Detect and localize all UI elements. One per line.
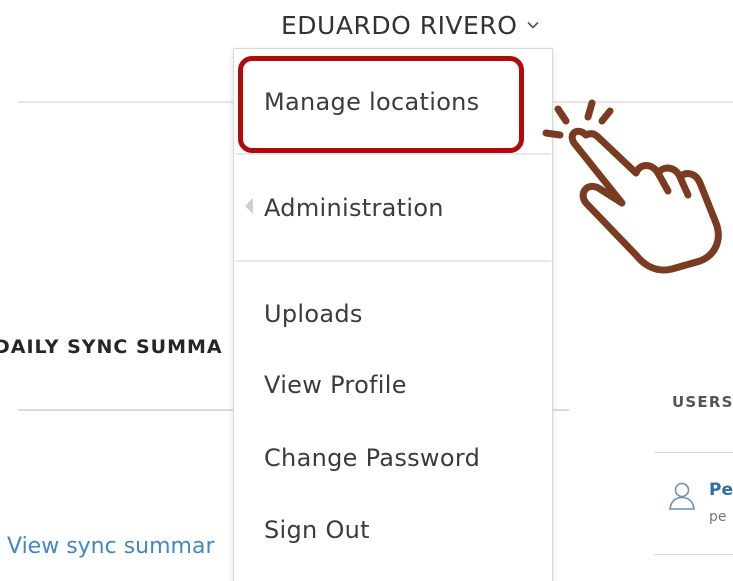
page: EDUARDO RIVERO DAILY SYNC SUMMA View syn…: [0, 0, 733, 581]
user-name: EDUARDO RIVERO: [281, 10, 518, 40]
menu-item-view-profile[interactable]: View Profile: [264, 371, 407, 399]
view-sync-summary-link[interactable]: View sync summar: [7, 534, 215, 559]
user-icon: [669, 482, 695, 510]
user-row-name[interactable]: Pe: [709, 480, 733, 500]
caret-left-icon: [245, 198, 253, 214]
users-row-divider: [654, 554, 733, 555]
users-divider: [654, 452, 733, 453]
menu-item-administration[interactable]: Administration: [264, 194, 444, 222]
pointing-hand-icon: [542, 99, 722, 274]
users-section-label: USERS: [672, 393, 733, 411]
highlight-box: [238, 56, 524, 153]
menu-separator: [235, 260, 551, 262]
menu-separator: [235, 153, 551, 155]
daily-sync-summary-title: DAILY SYNC SUMMA: [0, 336, 223, 358]
user-menu-button[interactable]: EDUARDO RIVERO: [281, 8, 539, 42]
menu-item-sign-out[interactable]: Sign Out: [264, 516, 370, 544]
user-row-email: pe: [709, 509, 727, 525]
menu-item-change-password[interactable]: Change Password: [264, 444, 480, 472]
menu-item-uploads[interactable]: Uploads: [264, 300, 363, 328]
chevron-down-icon: [527, 21, 539, 29]
